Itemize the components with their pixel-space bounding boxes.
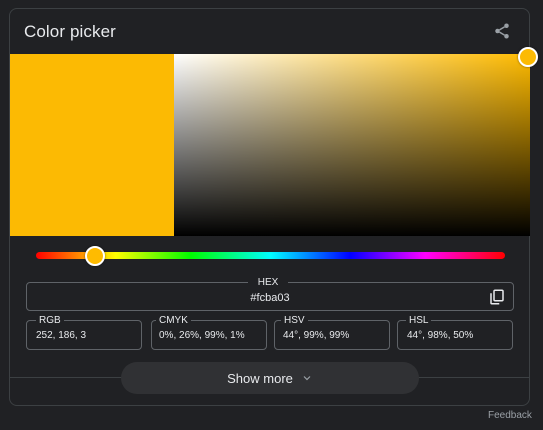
color-picker-card: Color picker HEX #fcba03 RGB 252, 186, 3… xyxy=(9,8,538,406)
hue-slider-track[interactable] xyxy=(36,252,505,259)
feedback-link[interactable]: Feedback xyxy=(488,410,532,421)
share-icon xyxy=(495,23,509,39)
share-button[interactable] xyxy=(491,20,513,42)
saturation-value-area[interactable] xyxy=(174,54,530,236)
hsv-label: HSV xyxy=(281,315,308,326)
color-swatch xyxy=(10,54,174,236)
copy-button[interactable] xyxy=(488,288,506,306)
rgb-label: RGB xyxy=(36,315,64,326)
hex-value[interactable]: #fcba03 xyxy=(26,292,514,304)
chevron-down-icon xyxy=(303,376,311,381)
hue-slider-handle[interactable] xyxy=(85,246,105,266)
hsl-value: 44°, 98%, 50% xyxy=(407,330,474,341)
copy-icon xyxy=(490,289,504,305)
show-more-label: Show more xyxy=(227,370,293,386)
cmyk-label: CMYK xyxy=(156,315,191,326)
card-title: Color picker xyxy=(24,22,116,41)
saturation-handle[interactable] xyxy=(518,47,538,67)
hsl-label: HSL xyxy=(406,315,432,326)
rgb-value: 252, 186, 3 xyxy=(36,330,87,341)
hsv-value: 44°, 99%, 99% xyxy=(283,330,350,341)
cmyk-value: 0%, 26%, 99%, 1% xyxy=(159,330,245,341)
show-more-button[interactable]: Show more xyxy=(121,362,419,394)
hex-label: HEX xyxy=(248,277,288,288)
